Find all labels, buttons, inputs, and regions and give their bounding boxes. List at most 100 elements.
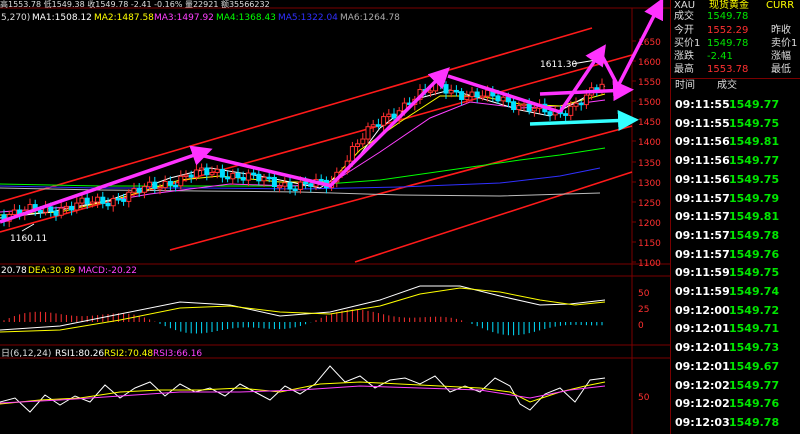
price-axis-label: 1150 bbox=[638, 239, 661, 249]
candle-body bbox=[448, 89, 454, 94]
quote-row-label2: 涨幅 bbox=[771, 51, 791, 62]
candle-body bbox=[37, 209, 43, 213]
tick-time: 09:12:01 bbox=[675, 341, 730, 355]
candle-body bbox=[178, 175, 184, 187]
tick-price: 1549.79 bbox=[729, 191, 780, 205]
candle-body bbox=[136, 188, 142, 193]
macd-dea-line bbox=[0, 287, 606, 333]
candle-body bbox=[110, 198, 116, 207]
candle-body bbox=[173, 184, 179, 188]
low-price-label: 1160.11 bbox=[10, 234, 47, 244]
candle-body bbox=[287, 182, 293, 190]
candle-body bbox=[318, 178, 324, 182]
channel-middle-line bbox=[0, 54, 633, 233]
candle-body bbox=[573, 102, 579, 107]
candle-body bbox=[547, 111, 553, 116]
quote-row: 买价1 1549.78 卖价1 bbox=[671, 38, 800, 50]
tick-time: 09:11:55 bbox=[675, 98, 730, 111]
price-axis-label: 1550 bbox=[638, 78, 661, 88]
tick-price: 1549.72 bbox=[729, 303, 780, 317]
candle-body bbox=[53, 210, 59, 216]
candle-body bbox=[271, 176, 277, 188]
candle-body bbox=[443, 84, 449, 94]
candle-body bbox=[469, 91, 475, 98]
tick-time: 09:12:00 bbox=[675, 303, 730, 317]
candle-body bbox=[69, 205, 75, 211]
candle-body bbox=[459, 91, 465, 100]
candle-body bbox=[131, 188, 137, 193]
tick-row: 09:11:59 1549.75 bbox=[671, 264, 800, 282]
tick-price: 1549.77 bbox=[729, 98, 780, 111]
quote-row: 成交 1549.78 bbox=[671, 11, 800, 23]
candle-body bbox=[266, 176, 272, 180]
rsi-axis-label: 50 bbox=[638, 393, 650, 403]
candlestick-series bbox=[1, 77, 605, 228]
rsi1-line bbox=[0, 365, 606, 413]
tick-time: 09:11:56 bbox=[675, 135, 730, 149]
candle-body bbox=[479, 95, 485, 99]
candle-body bbox=[516, 105, 522, 111]
tick-row: 09:11:56 1549.75 bbox=[671, 171, 800, 189]
quote-row-label: 今开 bbox=[674, 25, 694, 36]
candle-body bbox=[100, 196, 106, 204]
ticks-header-time: 时间 bbox=[675, 80, 695, 91]
tick-price: 1549.71 bbox=[729, 322, 780, 336]
candle-body bbox=[219, 168, 225, 178]
candle-body bbox=[167, 180, 173, 186]
price-axis-label: 1500 bbox=[638, 98, 661, 108]
ma1-value: MA1:1508.12 bbox=[32, 13, 92, 23]
tick-price: 1549.67 bbox=[729, 359, 780, 373]
ma3-value: MA3:1497.92 bbox=[154, 13, 214, 23]
ticks-header-deal: 成交 bbox=[717, 80, 737, 91]
tick-price: 1549.73 bbox=[729, 341, 780, 355]
candle-body bbox=[349, 146, 355, 162]
candle-body bbox=[438, 82, 444, 86]
candle-body bbox=[453, 89, 459, 93]
quote-row-label: 最高 bbox=[674, 64, 694, 75]
quote-row: 涨跌 -2.41 涨幅 bbox=[671, 51, 800, 63]
candle-body bbox=[282, 182, 288, 187]
macd-axis-label: 25 bbox=[638, 305, 649, 315]
tick-time: 09:11:56 bbox=[675, 172, 730, 186]
tick-row: 09:11:57 1549.81 bbox=[671, 208, 800, 226]
ma2-value: MA2:1487.58 bbox=[94, 13, 154, 23]
quote-row-value: -2.41 bbox=[707, 51, 733, 62]
tick-row: 09:12:01 1549.67 bbox=[671, 358, 800, 376]
ma5-value: MA5:1322.04 bbox=[278, 13, 338, 23]
candle-body bbox=[386, 113, 392, 118]
candle-body bbox=[74, 202, 80, 211]
tick-row: 09:12:00 1549.72 bbox=[671, 302, 800, 320]
candle-body bbox=[563, 113, 569, 116]
tick-row: 09:11:56 1549.81 bbox=[671, 133, 800, 151]
tick-time: 09:12:01 bbox=[675, 359, 730, 373]
candle-body bbox=[495, 95, 501, 102]
candle-body bbox=[58, 207, 64, 216]
tick-price: 1549.78 bbox=[729, 228, 780, 242]
candle-body bbox=[261, 176, 267, 182]
quote-panel: XAU 现货黄金 CURR 成交 1549.78 今开 1552.29 昨收 买… bbox=[670, 0, 800, 434]
macd-axis-label: 50 bbox=[638, 289, 650, 299]
candle-body bbox=[141, 186, 147, 193]
wave-arrow-3 bbox=[328, 67, 450, 188]
candle-body bbox=[245, 172, 251, 181]
candle-body bbox=[225, 176, 231, 180]
quote-row-value: 1552.29 bbox=[707, 25, 749, 36]
price-axis-label: 1600 bbox=[638, 58, 661, 68]
high-price-label: 1611.30 bbox=[540, 60, 577, 70]
price-axis-label: 1450 bbox=[638, 118, 661, 128]
tick-price: 1549.76 bbox=[729, 247, 780, 261]
candle-body bbox=[48, 206, 54, 212]
candle-body bbox=[511, 101, 517, 111]
candle-body bbox=[115, 198, 121, 201]
ma4-value: MA4:1368.43 bbox=[216, 13, 276, 23]
candle-body bbox=[474, 91, 480, 98]
candle-body bbox=[199, 167, 205, 171]
tick-row: 09:11:57 1549.78 bbox=[671, 227, 800, 245]
tick-time: 09:11:59 bbox=[675, 285, 730, 298]
candle-body bbox=[214, 168, 220, 173]
candle-body bbox=[303, 181, 309, 185]
candle-body bbox=[147, 181, 153, 188]
macd-axis-label: 0 bbox=[638, 321, 644, 331]
candle-body bbox=[521, 103, 527, 107]
macd-dif-line bbox=[0, 285, 606, 331]
